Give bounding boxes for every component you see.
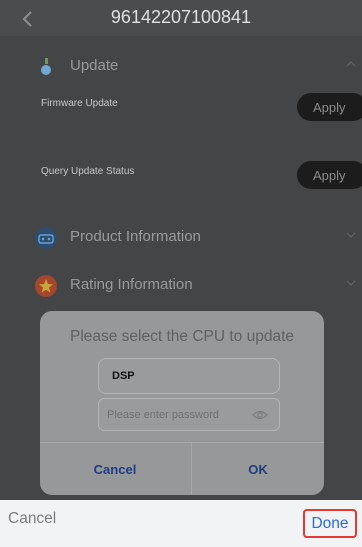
section-product-information[interactable]: Product Information — [0, 218, 362, 258]
firmware-update-row: Firmware Update Apply — [0, 87, 362, 127]
page-title: 96142207100841 — [110, 7, 252, 27]
section-product-information-label: Product Information — [70, 228, 201, 245]
dialog-cancel-button[interactable]: Cancel — [40, 443, 190, 495]
dialog-title: Please select the CPU to update — [69, 328, 295, 345]
section-update-label: Update — [70, 57, 119, 74]
picker-action-bar: Cancel Done — [0, 500, 362, 547]
router-icon — [35, 227, 57, 249]
eye-icon[interactable] — [252, 408, 268, 422]
section-rating-information[interactable]: Rating Information — [0, 266, 362, 306]
query-update-status-row: Query Update Status Apply — [0, 155, 362, 195]
chevron-down-icon — [346, 280, 356, 286]
picker-cancel-button[interactable]: Cancel — [8, 510, 56, 528]
chevron-down-icon — [346, 232, 356, 238]
dialog-ok-button[interactable]: OK — [192, 443, 324, 495]
section-rating-information-label: Rating Information — [70, 276, 193, 293]
star-badge-icon — [35, 275, 57, 297]
picker-done-button[interactable]: Done — [303, 509, 357, 538]
cpu-select-dropdown[interactable]: DSP — [98, 358, 280, 394]
password-field — [98, 398, 280, 431]
query-update-status-label: Query Update Status — [41, 166, 135, 177]
password-input[interactable] — [107, 405, 247, 425]
header-bar: 96142207100841 — [0, 0, 362, 36]
query-update-status-apply-button[interactable]: Apply — [297, 161, 362, 189]
update-icon — [41, 58, 51, 75]
cpu-select-value: DSP — [112, 370, 135, 382]
cpu-select-dialog: Please select the CPU to update DSP Canc… — [40, 311, 324, 495]
firmware-update-apply-button[interactable]: Apply — [297, 93, 362, 121]
firmware-update-label: Firmware Update — [41, 98, 118, 109]
chevron-up-icon — [346, 61, 356, 67]
section-update[interactable]: Update — [0, 47, 362, 87]
